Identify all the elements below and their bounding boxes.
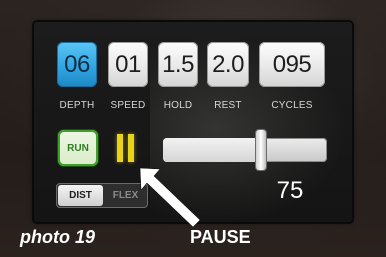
mode-flex-option[interactable]: FLEX bbox=[103, 183, 148, 208]
slider-value: 75 bbox=[276, 177, 304, 204]
cycles-button[interactable]: 095 bbox=[259, 42, 325, 87]
pause-caption: PAUSE bbox=[190, 227, 251, 247]
photo-caption: photo 19 bbox=[20, 227, 95, 247]
speed-button[interactable]: 01 bbox=[108, 42, 148, 87]
hold-label: HOLD bbox=[163, 100, 193, 111]
run-button[interactable]: RUN bbox=[58, 130, 98, 166]
pause-icon[interactable] bbox=[117, 134, 137, 166]
speed-value: 01 bbox=[115, 50, 141, 78]
rest-value: 2.0 bbox=[212, 50, 244, 78]
speed-slider[interactable] bbox=[163, 130, 327, 170]
speed-label: SPEED bbox=[110, 100, 146, 111]
cycles-value: 095 bbox=[272, 50, 312, 78]
run-label: RUN bbox=[67, 142, 89, 154]
depth-value: 06 bbox=[64, 50, 90, 78]
hold-button[interactable]: 1.5 bbox=[158, 42, 198, 87]
cycles-label: CYCLES bbox=[271, 100, 313, 111]
mode-dist-option[interactable]: DIST bbox=[58, 185, 103, 206]
hold-value: 1.5 bbox=[162, 50, 194, 78]
slider-fill bbox=[163, 138, 261, 162]
depth-label: DEPTH bbox=[59, 100, 95, 111]
rest-label: REST bbox=[214, 100, 242, 111]
rest-button[interactable]: 2.0 bbox=[207, 42, 249, 87]
mode-toggle[interactable]: DIST FLEX bbox=[56, 183, 148, 208]
depth-button[interactable]: 06 bbox=[57, 42, 97, 87]
slider-thumb[interactable] bbox=[256, 130, 266, 170]
